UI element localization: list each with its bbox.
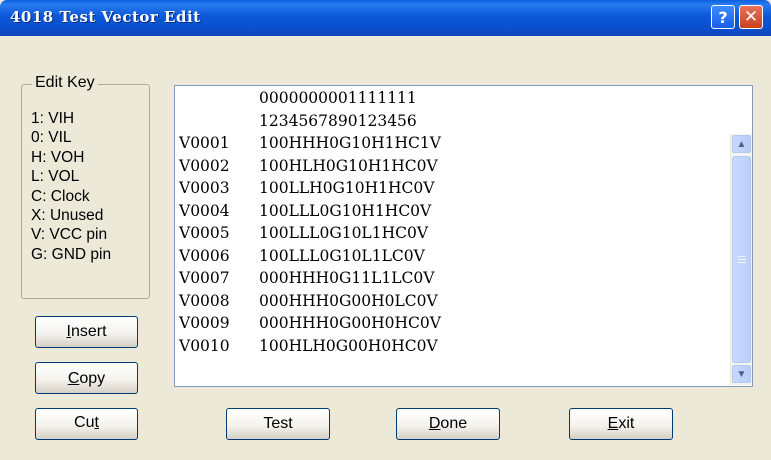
list-item[interactable]: V0007 000HHH0G11L1LC0V [179, 267, 441, 290]
vector-header-row: 1234567890123456 [179, 110, 441, 133]
chevron-up-icon[interactable]: ▲ [732, 135, 751, 153]
pin-number-tens: 0000000001111111 [259, 89, 417, 107]
edit-key-list: 1: VIH 0: VIL H: VOH L: VOL C: Clock X: … [31, 109, 111, 264]
edit-key-item: 1: VIH [31, 110, 75, 127]
list-item[interactable]: V0001 100HHH0G10H1HC1V [179, 132, 441, 155]
vector-value: 100HLH0G10H1HC0V [259, 156, 438, 175]
edit-key-item: X: Unused [31, 207, 104, 225]
edit-key-item: C: Clock [31, 187, 90, 205]
pin-number-ones: 1234567890123456 [259, 111, 417, 130]
vector-value: 000HHH0G11L1LC0V [259, 269, 435, 287]
vertical-scrollbar[interactable]: ▲ ▼ [730, 134, 752, 385]
vector-id: V0001 [179, 134, 230, 152]
vector-value: 000HHH0G00H0HC0V [259, 314, 441, 332]
list-item[interactable]: V0003 100LLH0G10H1HC0V [179, 177, 441, 200]
help-icon[interactable]: ? [711, 5, 735, 29]
edit-key-item: H: VOH [31, 148, 85, 166]
vector-id: V0008 [179, 291, 230, 310]
cut-button[interactable]: Cut [35, 408, 138, 440]
vector-value: 100LLL0G10H1HC0V [259, 201, 432, 220]
edit-key-item: L: VOL [31, 168, 80, 186]
vector-list-content: 0000000001111111 1234567890123456 V0001 1… [179, 86, 441, 357]
title-bar[interactable]: 4018 Test Vector Edit ? ✕ [0, 0, 771, 36]
list-item[interactable]: V0006 100LLL0G10L1LC0V [179, 245, 441, 268]
vector-value: 100HLH0G00H0HC0V [259, 336, 438, 355]
dialog-window: 4018 Test Vector Edit ? ✕ Edit Key 1: VI… [0, 0, 771, 460]
vector-id: V0007 [179, 269, 230, 287]
done-button[interactable]: Done [396, 408, 500, 440]
test-button[interactable]: Test [226, 408, 330, 440]
window-title: 4018 Test Vector Edit [10, 8, 201, 26]
vector-value: 100HHH0G10H1HC1V [259, 134, 441, 152]
list-item[interactable]: V0004 100LLL0G10H1HC0V [179, 200, 441, 223]
exit-button[interactable]: Exit [569, 408, 673, 440]
vector-id: V0002 [179, 156, 230, 175]
grip-icon [738, 256, 746, 264]
list-item[interactable]: V0009 000HHH0G00H0HC0V [179, 312, 441, 335]
insert-button[interactable]: Insert [35, 316, 138, 348]
copy-button[interactable]: Copy [35, 362, 138, 394]
vector-value: 100LLL0G10L1LC0V [259, 246, 425, 265]
vector-id: V0009 [179, 314, 230, 332]
vector-header-row: 0000000001111111 [179, 87, 441, 110]
list-item[interactable]: V0008 000HHH0G00H0LC0V [179, 290, 441, 313]
edit-key-item: G: GND pin [31, 245, 112, 263]
list-item[interactable]: V0010 100HLH0G00H0HC0V [179, 335, 441, 358]
vector-id: V0006 [179, 246, 230, 265]
list-item[interactable]: V0005 100LLL0G10L1HC0V [179, 222, 441, 245]
edit-key-legend: Edit Key [32, 74, 98, 92]
close-icon[interactable]: ✕ [739, 5, 763, 29]
test-vector-list[interactable]: 0000000001111111 1234567890123456 V0001 1… [174, 85, 753, 387]
list-item[interactable]: V0002 100HLH0G10H1HC0V [179, 155, 441, 178]
vector-id: V0005 [179, 224, 230, 242]
vector-id: V0003 [179, 179, 230, 197]
scrollbar-thumb[interactable] [732, 156, 751, 363]
edit-key-item: V: VCC pin [31, 226, 108, 244]
vector-id: V0004 [179, 201, 230, 220]
vector-value: 000HHH0G00H0LC0V [259, 291, 438, 310]
vector-value: 100LLL0G10L1HC0V [259, 224, 429, 242]
edit-key-item: 0: VIL [31, 129, 72, 147]
edit-key-group: Edit Key 1: VIH 0: VIL H: VOH L: VOL C: … [21, 74, 150, 299]
vector-id: V0010 [179, 336, 230, 355]
vector-value: 100LLH0G10H1HC0V [259, 179, 435, 197]
chevron-down-icon[interactable]: ▼ [732, 365, 751, 383]
